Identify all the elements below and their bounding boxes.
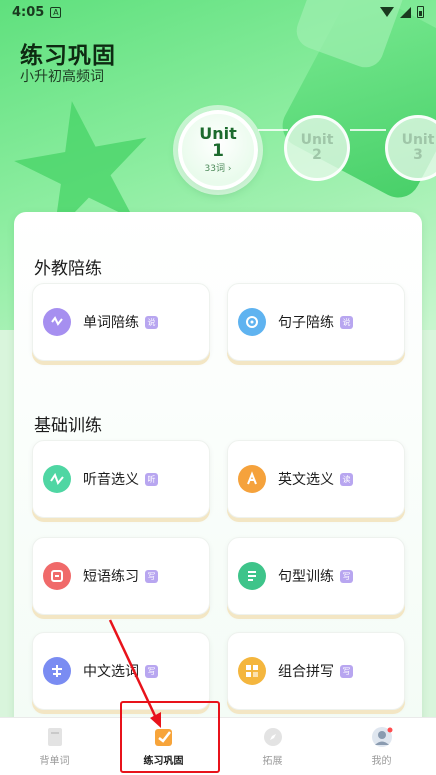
- page-title: 练习巩固: [20, 43, 116, 69]
- tile-listen-choose[interactable]: 听音选义 听: [32, 440, 210, 518]
- section-title-foreign-teacher: 外教陪练: [34, 259, 102, 279]
- tile-badge: 写: [340, 664, 353, 678]
- tile-label: 句子陪练: [278, 315, 334, 331]
- phrase-practice-icon: [43, 562, 71, 590]
- sentence-pattern-icon: [238, 562, 266, 590]
- unit-label: Unit: [199, 124, 237, 143]
- unit-connector: [350, 129, 386, 131]
- sentence-practice-icon: [238, 308, 266, 336]
- tile-label: 短语练习: [83, 569, 139, 585]
- tile-word-practice[interactable]: 单词陪练 说: [32, 283, 210, 361]
- nav-label: 背单词: [39, 756, 70, 767]
- tile-badge: 写: [145, 664, 158, 678]
- status-time: 4:05: [12, 4, 45, 20]
- tile-badge: 写: [340, 569, 353, 583]
- bottom-nav: 背单词 练习巩固 拓展 我的: [0, 717, 436, 775]
- unit-number: 3: [413, 147, 423, 163]
- chinese-choose-icon: [43, 657, 71, 685]
- nav-item-words[interactable]: 背单词: [0, 718, 109, 775]
- notification-icon: A: [50, 6, 62, 18]
- listen-choose-icon: [43, 465, 71, 493]
- section-title-basic-training: 基础训练: [34, 416, 102, 436]
- nav-label: 拓展: [262, 756, 283, 767]
- unit-1-button[interactable]: Unit 1 33词 ›: [178, 110, 258, 190]
- signal-icon: [400, 6, 411, 18]
- unit-number: 1: [212, 141, 224, 161]
- tile-label: 单词陪练: [83, 315, 139, 331]
- nav-label: 练习巩固: [143, 756, 184, 767]
- tile-badge: 说: [145, 315, 158, 329]
- combine-spell-icon: [238, 657, 266, 685]
- tile-label: 句型训练: [278, 569, 334, 585]
- avatar-icon: [371, 726, 393, 748]
- tile-label: 组合拼写: [278, 664, 334, 680]
- tile-chinese-choose[interactable]: 中文选词 写: [32, 632, 210, 710]
- unit-selector: Unit 1 33词 › Unit 2 Unit 3: [0, 110, 436, 190]
- tile-badge: 写: [145, 569, 158, 583]
- tile-sentence-pattern[interactable]: 句型训练 写: [227, 537, 405, 615]
- unit-2-button[interactable]: Unit 2: [284, 115, 350, 181]
- english-choose-icon: [238, 465, 266, 493]
- status-bar: 4:05 A: [0, 0, 436, 24]
- word-practice-icon: [43, 308, 71, 336]
- unit-label: Unit: [300, 132, 334, 148]
- unit-word-count: 33词 ›: [204, 164, 232, 174]
- nav-item-expand[interactable]: 拓展: [218, 718, 327, 775]
- tile-badge: 说: [340, 315, 353, 329]
- practice-icon: [153, 726, 175, 748]
- book-icon: [44, 726, 66, 748]
- tile-phrase-practice[interactable]: 短语练习 写: [32, 537, 210, 615]
- tile-badge: 听: [145, 472, 158, 486]
- nav-label: 我的: [371, 756, 392, 767]
- tile-badge: 读: [340, 472, 353, 486]
- unit-connector: [258, 129, 288, 131]
- wifi-icon: [380, 7, 394, 17]
- battery-icon: [417, 6, 424, 18]
- nav-item-mine[interactable]: 我的: [327, 718, 436, 775]
- tile-label: 英文选义: [278, 472, 334, 488]
- tile-combine-spell[interactable]: 组合拼写 写: [227, 632, 405, 710]
- unit-number: 2: [312, 147, 322, 163]
- page-subtitle[interactable]: 小升初高频词: [20, 66, 104, 86]
- tile-label: 中文选词: [83, 664, 139, 680]
- unit-label: Unit: [401, 132, 435, 148]
- tile-label: 听音选义: [83, 472, 139, 488]
- tile-sentence-practice[interactable]: 句子陪练 说: [227, 283, 405, 361]
- unit-3-button[interactable]: Unit 3: [385, 115, 436, 181]
- tile-english-choose[interactable]: 英文选义 读: [227, 440, 405, 518]
- compass-icon: [262, 726, 284, 748]
- nav-item-practice[interactable]: 练习巩固: [109, 718, 218, 775]
